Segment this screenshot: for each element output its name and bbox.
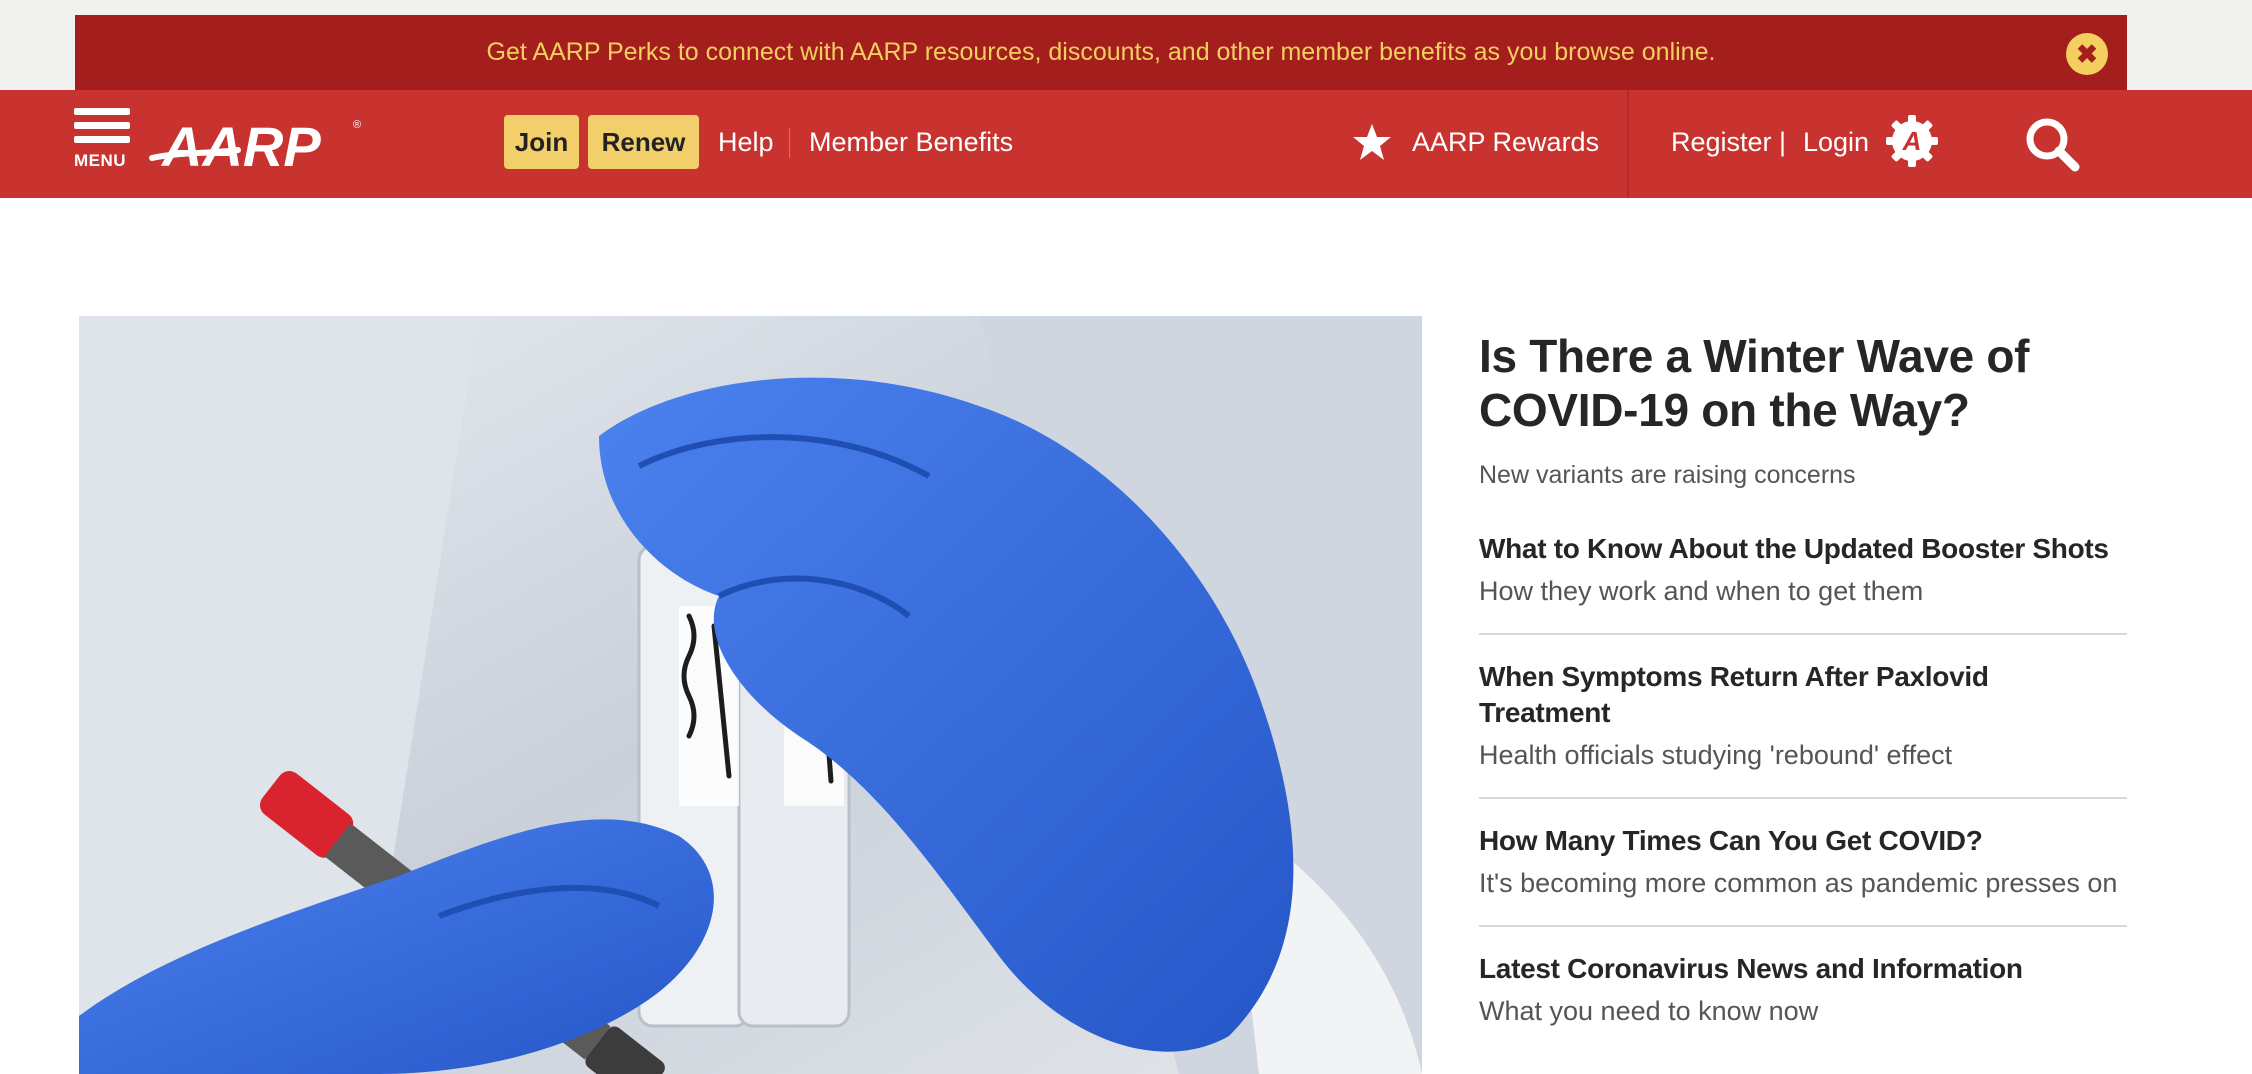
perks-banner-area: Get AARP Perks to connect with AARP reso… — [0, 0, 2252, 90]
story-subtitle: Health officials studying 'rebound' effe… — [1479, 740, 1953, 770]
star-icon — [1353, 124, 1391, 160]
story-item[interactable]: Latest Coronavirus News and Information … — [1479, 927, 2127, 1053]
aarp-logo[interactable]: AARP ® — [148, 114, 368, 178]
main-headline[interactable]: Is There a Winter Wave of COVID-19 on th… — [1479, 329, 2127, 437]
aarp-rewards-link[interactable]: AARP Rewards — [1352, 115, 1599, 169]
search-icon[interactable] — [2022, 114, 2082, 174]
account-icon[interactable]: A — [1885, 114, 1939, 168]
story-item[interactable]: What to Know About the Updated Booster S… — [1479, 531, 2127, 635]
story-title[interactable]: How Many Times Can You Get COVID? — [1479, 823, 2127, 859]
help-link[interactable]: Help — [718, 115, 774, 169]
logo-text: AARP — [160, 115, 321, 178]
member-benefits-link[interactable]: Member Benefits — [809, 115, 1013, 169]
main-subhead: New variants are raising concerns — [1479, 461, 1856, 489]
headline-sidebar: Is There a Winter Wave of COVID-19 on th… — [1479, 316, 2127, 1053]
menu-label: MENU — [74, 151, 127, 170]
story-item[interactable]: How Many Times Can You Get COVID? It's b… — [1479, 799, 2127, 927]
close-icon[interactable]: ✖ — [2066, 33, 2108, 75]
story-title[interactable]: When Symptoms Return After Paxlovid Trea… — [1479, 659, 2127, 731]
hamburger-icon-line — [74, 122, 130, 129]
join-button[interactable]: Join — [504, 115, 579, 169]
story-subtitle: How they work and when to get them — [1479, 576, 1924, 606]
covid-test-vials-photo — [79, 316, 1422, 1074]
login-link[interactable]: Login — [1803, 115, 1869, 169]
register-login-divider: | — [1779, 126, 1787, 157]
nav-divider — [789, 128, 790, 158]
main-nav: MENU AARP ® Join Renew Help Member Benef… — [0, 90, 2252, 198]
svg-text:A: A — [1902, 126, 1922, 156]
aarp-rewards-label: AARP Rewards — [1412, 126, 1600, 157]
story-subtitle: It's becoming more common as pandemic pr… — [1479, 868, 2118, 898]
story-title[interactable]: Latest Coronavirus News and Information — [1479, 951, 2127, 987]
perks-banner: Get AARP Perks to connect with AARP reso… — [75, 15, 2127, 90]
menu-button[interactable]: MENU — [74, 108, 134, 174]
story-item[interactable]: When Symptoms Return After Paxlovid Trea… — [1479, 635, 2127, 799]
hero-image[interactable] — [79, 316, 1422, 1074]
hamburger-icon-line — [74, 136, 130, 143]
nav-separator — [1627, 90, 1629, 198]
renew-button[interactable]: Renew — [588, 115, 699, 169]
register-link[interactable]: Register — [1671, 115, 1772, 169]
hamburger-icon — [74, 108, 130, 115]
story-title[interactable]: What to Know About the Updated Booster S… — [1479, 531, 2127, 567]
story-subtitle: What you need to know now — [1479, 996, 1819, 1026]
svg-text:®: ® — [353, 119, 361, 131]
perks-banner-message[interactable]: Get AARP Perks to connect with AARP reso… — [487, 38, 1716, 67]
